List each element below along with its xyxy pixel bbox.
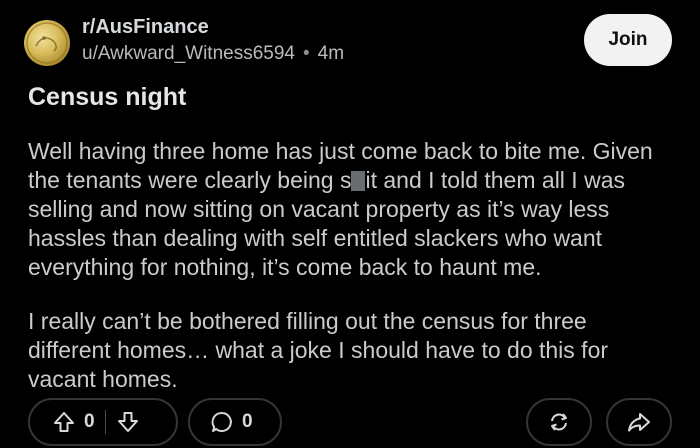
comment-button[interactable]: 0 bbox=[188, 398, 282, 446]
crosspost-icon bbox=[546, 409, 572, 435]
comment-bubble-icon bbox=[210, 410, 234, 434]
byline: u/Awkward_Witness6594 • 4m bbox=[82, 41, 344, 67]
vote-count: 0 bbox=[84, 411, 95, 432]
post-age: 4m bbox=[317, 43, 345, 64]
subreddit-avatar[interactable] bbox=[24, 20, 70, 66]
coin-icon bbox=[26, 22, 68, 64]
post-page: r/AusFinance u/Awkward_Witness6594 • 4m Jo… bbox=[0, 0, 700, 448]
join-button[interactable]: Join bbox=[584, 14, 672, 66]
share-icon bbox=[626, 409, 652, 435]
post-title: Census night bbox=[28, 83, 187, 111]
arrow-down-icon[interactable] bbox=[116, 410, 140, 434]
vote-control: 0 bbox=[28, 398, 178, 446]
crosspost-button[interactable] bbox=[526, 398, 592, 446]
share-button[interactable] bbox=[606, 398, 672, 446]
action-bar: 0 0 bbox=[28, 398, 672, 446]
vote-divider bbox=[104, 410, 106, 434]
censor-block bbox=[351, 171, 366, 191]
post-body: Well having three home has just come bac… bbox=[28, 137, 668, 419]
comment-count: 0 bbox=[242, 411, 253, 432]
subreddit-name[interactable]: r/AusFinance bbox=[82, 14, 344, 40]
body-paragraph-2: I really can’t be bothered filling out t… bbox=[28, 308, 609, 392]
body-paragraph-1: Well having three home has just come bac… bbox=[28, 137, 668, 282]
arrow-up-icon[interactable] bbox=[52, 410, 76, 434]
post-meta: r/AusFinance u/Awkward_Witness6594 • 4m bbox=[82, 14, 344, 67]
author-name[interactable]: u/Awkward_Witness6594 bbox=[82, 43, 295, 64]
meta-separator: • bbox=[302, 43, 310, 64]
post-header: r/AusFinance u/Awkward_Witness6594 • 4m Jo… bbox=[24, 14, 672, 70]
